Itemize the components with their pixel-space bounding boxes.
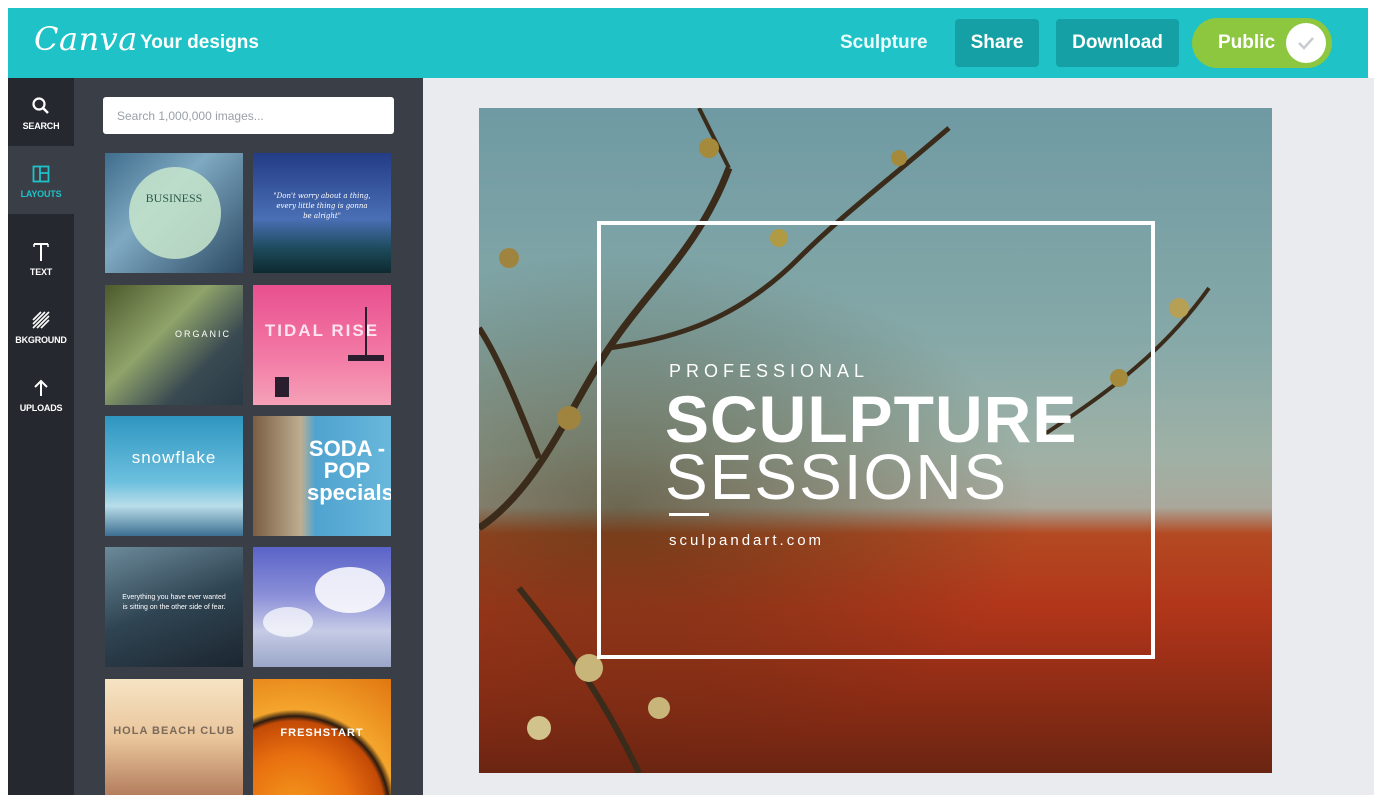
- canva-logo[interactable]: Canva: [34, 20, 138, 58]
- layout-thumb-soda-pop[interactable]: SODA -POP specials: [253, 416, 391, 536]
- layout-thumb-text: "Don't worry about a thing, every little…: [273, 192, 371, 220]
- layouts-panel: BUSINESS "Don't worry about a thing, eve…: [74, 78, 423, 795]
- design-url-text[interactable]: sculpandart.com: [669, 532, 824, 549]
- your-designs-link[interactable]: Your designs: [140, 32, 259, 54]
- download-button[interactable]: Download: [1056, 19, 1179, 67]
- nav-layouts-label: LAYOUTS: [20, 188, 62, 199]
- layout-thumb-text: snowflake: [131, 448, 217, 467]
- check-icon: [1286, 23, 1326, 63]
- layouts-icon: [32, 162, 50, 186]
- document-title[interactable]: Sculpture: [840, 32, 928, 54]
- layout-thumb-text: ORGANIC: [175, 329, 232, 339]
- nav-background[interactable]: BKGROUND: [8, 292, 74, 360]
- background-icon: [31, 308, 51, 332]
- canva-editor: Canva Your designs Sculpture Share Downl…: [0, 0, 1374, 795]
- layout-thumb-organic[interactable]: ORGANIC: [105, 285, 243, 405]
- design-kicker-text[interactable]: PROFESSIONAL: [669, 361, 869, 382]
- nav-layouts[interactable]: LAYOUTS: [8, 146, 74, 214]
- layout-thumb-text: BUSINESS: [145, 191, 203, 205]
- nav-uploads-label: UPLOADS: [19, 402, 63, 413]
- search-icon: [31, 94, 51, 118]
- layout-thumb-text: SODA -POP specials: [307, 436, 391, 505]
- design-subtitle-text[interactable]: SESSIONS: [665, 445, 1008, 509]
- top-bar: Canva Your designs Sculpture Share Downl…: [8, 8, 1368, 78]
- layout-thumb-business[interactable]: BUSINESS: [105, 153, 243, 273]
- layout-thumb-text: Everything you have ever wanted is sitti…: [122, 594, 226, 611]
- layout-thumb-fear-quote[interactable]: Everything you have ever wanted is sitti…: [105, 547, 243, 667]
- public-toggle-label: Public: [1218, 32, 1276, 53]
- layout-thumb-snowflake[interactable]: snowflake: [105, 416, 243, 536]
- layout-thumb-text: TIDAL RISE: [264, 321, 380, 340]
- layout-thumb-text: FRESHSTART: [280, 727, 364, 739]
- public-toggle[interactable]: Public: [1192, 18, 1332, 68]
- text-icon: [32, 240, 50, 264]
- nav-text[interactable]: TEXT: [8, 224, 74, 292]
- upload-icon: [32, 376, 50, 400]
- layout-thumb-freshstart[interactable]: FRESHSTART: [253, 679, 391, 795]
- layout-thumb-clouds[interactable]: [253, 547, 391, 667]
- layout-thumb-text: HOLA BEACH CLUB: [113, 725, 235, 737]
- left-nav: SEARCH LAYOUTS TEXT BKGROUND UPLOADS: [8, 78, 74, 795]
- layout-thumb-tidal-rise[interactable]: TIDAL RISE: [253, 285, 391, 405]
- nav-search[interactable]: SEARCH: [8, 78, 74, 146]
- design-canvas[interactable]: PROFESSIONAL SCULPTURE SESSIONS sculpand…: [479, 108, 1272, 773]
- nav-uploads[interactable]: UPLOADS: [8, 360, 74, 428]
- design-divider: [669, 513, 709, 516]
- nav-search-label: SEARCH: [22, 120, 60, 131]
- share-button[interactable]: Share: [955, 19, 1039, 67]
- layout-thumb-quote[interactable]: "Don't worry about a thing, every little…: [253, 153, 391, 273]
- nav-text-label: TEXT: [29, 266, 53, 277]
- image-search-input[interactable]: [103, 97, 394, 134]
- layout-thumb-hola-beach-club[interactable]: HOLA BEACH CLUB: [105, 679, 243, 795]
- nav-background-label: BKGROUND: [15, 334, 67, 345]
